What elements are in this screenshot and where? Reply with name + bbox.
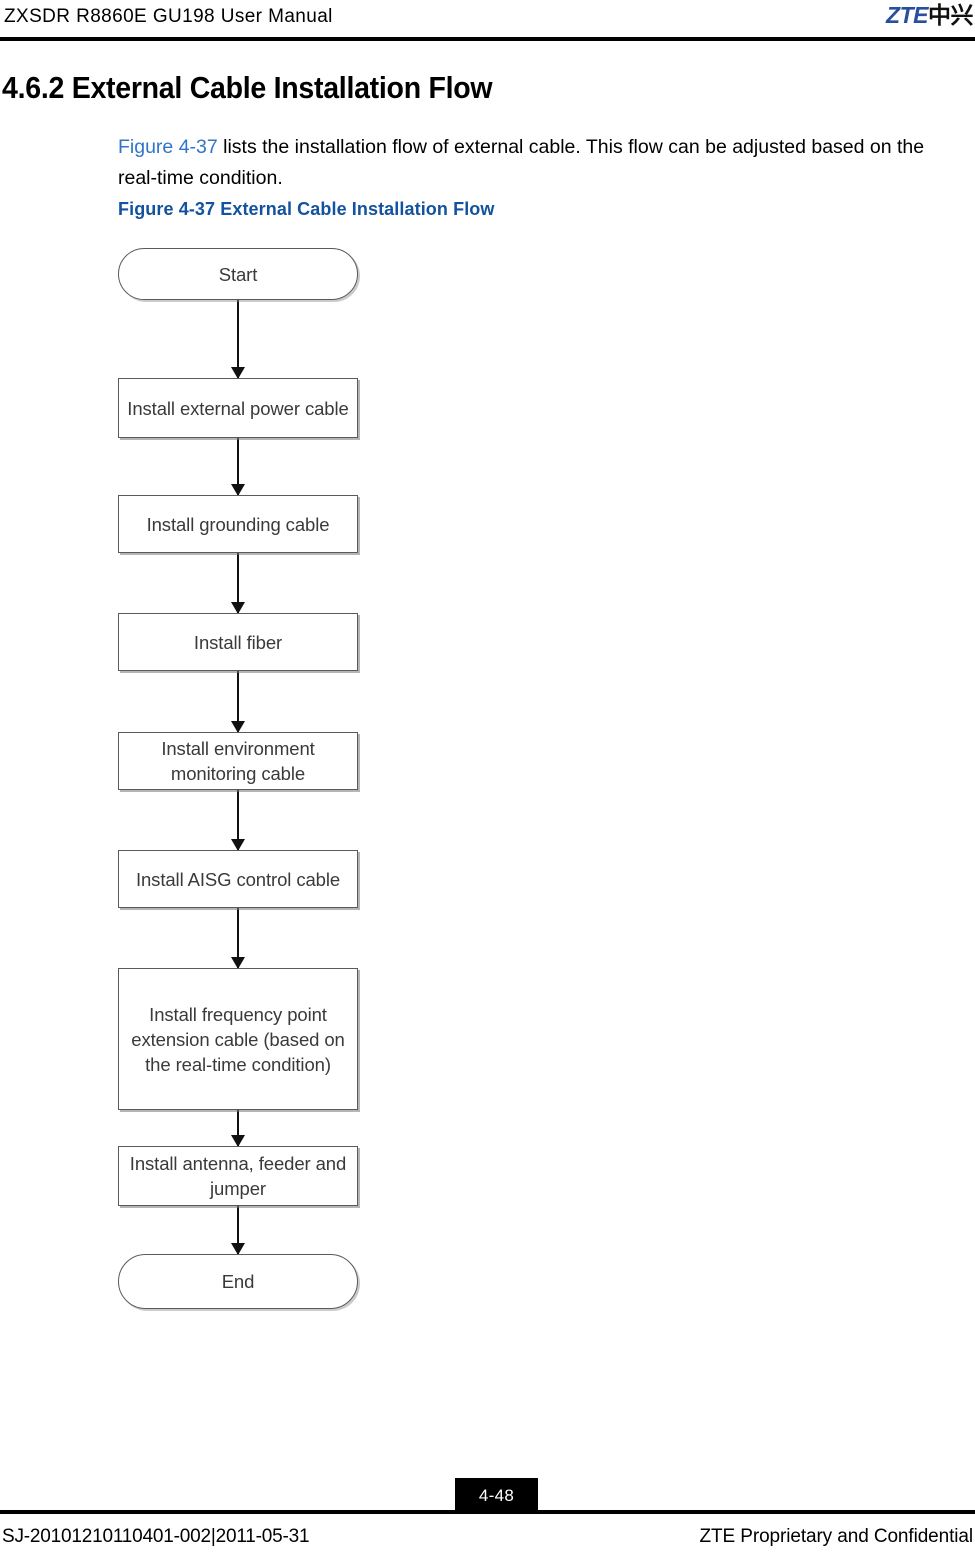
flow-arrow-8: [231, 1206, 245, 1255]
intro-paragraph-text: lists the installation flow of external …: [118, 135, 925, 189]
flow-node-antenna: Install antenna, feeder and jumper: [118, 1146, 358, 1206]
section-heading: 4.6.2 External Cable Installation Flow: [2, 69, 493, 105]
intro-paragraph: Figure 4-37 lists the installation flow …: [118, 132, 963, 194]
zte-logo: ZTE中兴: [886, 2, 973, 28]
zte-logo-chinese: 中兴: [928, 2, 974, 28]
zte-logo-mark: ZTE: [886, 2, 928, 28]
footer-divider-rule: [0, 1510, 975, 1514]
flow-arrow-5: [231, 790, 245, 851]
flow-node-label: Start: [218, 263, 258, 285]
flow-node-frequency: Install frequency point extension cable …: [118, 968, 358, 1110]
flow-node-aisg: Install AISG control cable: [118, 850, 358, 908]
header-divider-rule: [0, 37, 975, 41]
figure-cross-reference-link[interactable]: Figure 4-37: [118, 136, 218, 158]
flow-node-label: Install environment monitoring cable: [161, 738, 315, 784]
figure-caption: Figure 4-37 External Cable Installation …: [118, 199, 495, 219]
flow-arrow-6: [231, 908, 245, 969]
page-footer: 4-48 SJ-20101210110401-002|2011-05-31 ZT…: [0, 1470, 975, 1553]
header-title: ZXSDR R8860E GU198 User Manual: [4, 6, 333, 27]
flow-node-label: Install frequency point extension cable …: [131, 1003, 345, 1075]
flow-node-end: End: [118, 1254, 358, 1309]
flow-node-label: End: [221, 1271, 255, 1292]
flow-node-start: Start: [118, 248, 358, 300]
flow-arrow-1: [231, 300, 245, 379]
flow-node-label: Install fiber: [193, 631, 283, 653]
page-number-badge: 4-48: [455, 1478, 538, 1514]
flow-node-label: Install grounding cable: [146, 513, 330, 535]
flow-node-label: Install antenna, feeder and jumper: [129, 1153, 347, 1199]
flow-node-label: Install AISG control cable: [135, 868, 341, 890]
flow-arrow-3: [231, 553, 245, 614]
footer-document-id: SJ-20101210110401-002|2011-05-31: [2, 1526, 310, 1547]
flow-node-fiber: Install fiber: [118, 613, 358, 671]
flow-node-environment: Install environment monitoring cable: [118, 732, 358, 790]
footer-confidentiality-notice: ZTE Proprietary and Confidential: [699, 1526, 974, 1547]
flow-node-grounding: Install grounding cable: [118, 495, 358, 553]
page-header: ZXSDR R8860E GU198 User Manual ZTE中兴: [0, 0, 975, 42]
flow-arrow-4: [231, 671, 245, 733]
flow-arrow-2: [231, 438, 245, 496]
flow-node-label: Install external power cable: [127, 397, 349, 419]
flowchart-diagram: Start Install external power cable Install…: [0, 230, 975, 1330]
flow-node-power: Install external power cable: [118, 378, 358, 438]
